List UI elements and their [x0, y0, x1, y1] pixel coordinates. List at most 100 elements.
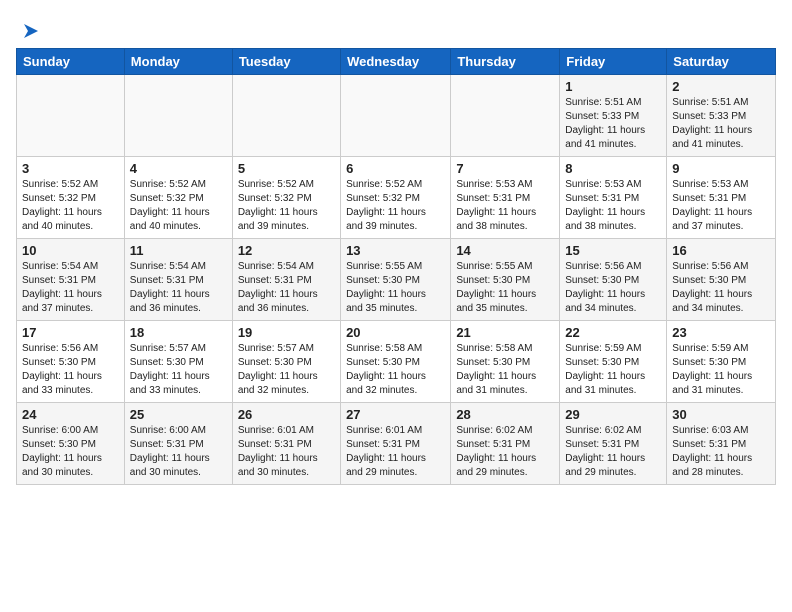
day-info: Sunrise: 5:59 AMSunset: 5:30 PMDaylight:…	[672, 342, 770, 398]
weekday-header-wednesday: Wednesday	[341, 49, 451, 75]
day-number: 9	[672, 161, 770, 176]
calendar-cell: 29 Sunrise: 6:02 AMSunset: 5:31 PMDayligh…	[560, 403, 667, 485]
day-info: Sunrise: 6:01 AMSunset: 5:31 PMDaylight:…	[238, 424, 335, 480]
calendar-table: SundayMondayTuesdayWednesdayThursdayFrid…	[16, 48, 776, 485]
weekday-header-saturday: Saturday	[667, 49, 776, 75]
day-number: 13	[346, 243, 445, 258]
day-number: 19	[238, 325, 335, 340]
day-number: 29	[565, 407, 661, 422]
day-info: Sunrise: 5:54 AMSunset: 5:31 PMDaylight:…	[22, 260, 119, 316]
calendar-cell: 17 Sunrise: 5:56 AMSunset: 5:30 PMDayligh…	[17, 321, 125, 403]
day-number: 25	[130, 407, 227, 422]
day-info: Sunrise: 5:54 AMSunset: 5:31 PMDaylight:…	[130, 260, 227, 316]
day-number: 28	[456, 407, 554, 422]
calendar-cell: 20 Sunrise: 5:58 AMSunset: 5:30 PMDayligh…	[341, 321, 451, 403]
calendar-cell: 22 Sunrise: 5:59 AMSunset: 5:30 PMDayligh…	[560, 321, 667, 403]
calendar-cell: 14 Sunrise: 5:55 AMSunset: 5:30 PMDayligh…	[451, 239, 560, 321]
day-info: Sunrise: 5:54 AMSunset: 5:31 PMDaylight:…	[238, 260, 335, 316]
calendar-cell: 13 Sunrise: 5:55 AMSunset: 5:30 PMDayligh…	[341, 239, 451, 321]
day-info: Sunrise: 5:57 AMSunset: 5:30 PMDaylight:…	[238, 342, 335, 398]
day-info: Sunrise: 6:00 AMSunset: 5:31 PMDaylight:…	[130, 424, 227, 480]
weekday-header-thursday: Thursday	[451, 49, 560, 75]
day-number: 17	[22, 325, 119, 340]
day-info: Sunrise: 5:53 AMSunset: 5:31 PMDaylight:…	[565, 178, 661, 234]
calendar-cell	[451, 75, 560, 157]
day-number: 1	[565, 79, 661, 94]
day-number: 10	[22, 243, 119, 258]
day-info: Sunrise: 5:59 AMSunset: 5:30 PMDaylight:…	[565, 342, 661, 398]
calendar-cell: 24 Sunrise: 6:00 AMSunset: 5:30 PMDayligh…	[17, 403, 125, 485]
day-number: 5	[238, 161, 335, 176]
calendar-cell: 27Sunrise: 6:01 AMSunset: 5:31 PMDayligh…	[341, 403, 451, 485]
day-info: Sunrise: 5:57 AMSunset: 5:30 PMDaylight:…	[130, 342, 227, 398]
day-number: 3	[22, 161, 119, 176]
day-number: 20	[346, 325, 445, 340]
calendar-cell: 3Sunrise: 5:52 AMSunset: 5:32 PMDaylight…	[17, 157, 125, 239]
day-info: Sunrise: 5:53 AMSunset: 5:31 PMDaylight:…	[456, 178, 554, 234]
calendar-cell: 10 Sunrise: 5:54 AMSunset: 5:31 PMDayligh…	[17, 239, 125, 321]
calendar-cell: 7Sunrise: 5:53 AMSunset: 5:31 PMDaylight…	[451, 157, 560, 239]
day-number: 26	[238, 407, 335, 422]
calendar-cell	[232, 75, 340, 157]
day-info: Sunrise: 5:55 AMSunset: 5:30 PMDaylight:…	[456, 260, 554, 316]
calendar-cell: 1 Sunrise: 5:51 AMSunset: 5:33 PMDaylight…	[560, 75, 667, 157]
day-number: 6	[346, 161, 445, 176]
day-info: Sunrise: 5:56 AMSunset: 5:30 PMDaylight:…	[565, 260, 661, 316]
calendar-cell: 30 Sunrise: 6:03 AMSunset: 5:31 PMDayligh…	[667, 403, 776, 485]
day-info: Sunrise: 5:56 AMSunset: 5:30 PMDaylight:…	[672, 260, 770, 316]
day-info: Sunrise: 5:52 AMSunset: 5:32 PMDaylight:…	[238, 178, 335, 234]
day-info: Sunrise: 5:52 AMSunset: 5:32 PMDaylight:…	[130, 178, 227, 234]
day-info: Sunrise: 6:01 AMSunset: 5:31 PMDaylight:…	[346, 424, 445, 480]
day-number: 30	[672, 407, 770, 422]
day-info: Sunrise: 5:58 AMSunset: 5:30 PMDaylight:…	[456, 342, 554, 398]
day-number: 18	[130, 325, 227, 340]
calendar-week-row: 3 Sunrise: 5:52 AMSunset: 5:32 PMDaylight…	[17, 157, 776, 239]
calendar-week-row: 1 Sunrise: 5:51 AMSunset: 5:33 PMDaylight…	[17, 75, 776, 157]
day-number: 4	[130, 161, 227, 176]
calendar-cell: 18 Sunrise: 5:57 AMSunset: 5:30 PMDayligh…	[124, 321, 232, 403]
calendar-week-row: 24 Sunrise: 6:00 AMSunset: 5:30 PMDayligh…	[17, 403, 776, 485]
day-number: 14	[456, 243, 554, 258]
weekday-header-sunday: Sunday	[17, 49, 125, 75]
day-info: Sunrise: 6:02 AMSunset: 5:31 PMDaylight:…	[565, 424, 661, 480]
calendar-cell: 9 Sunrise: 5:53 AMSunset: 5:31 PMDaylight…	[667, 157, 776, 239]
calendar-week-row: 17 Sunrise: 5:56 AMSunset: 5:30 PMDayligh…	[17, 321, 776, 403]
day-number: 21	[456, 325, 554, 340]
calendar-cell	[124, 75, 232, 157]
calendar-cell: 15 Sunrise: 5:56 AMSunset: 5:30 PMDayligh…	[560, 239, 667, 321]
logo-arrow-icon	[20, 20, 42, 42]
day-number: 15	[565, 243, 661, 258]
day-info: Sunrise: 5:58 AMSunset: 5:30 PMDaylight:…	[346, 342, 445, 398]
day-number: 24	[22, 407, 119, 422]
day-info: Sunrise: 5:52 AMSunset: 5:32 PMDaylight:…	[346, 178, 445, 234]
day-info: Sunrise: 5:53 AMSunset: 5:31 PMDaylight:…	[672, 178, 770, 234]
day-info: Sunrise: 5:56 AMSunset: 5:30 PMDaylight:…	[22, 342, 119, 398]
logo-block	[16, 20, 42, 38]
day-number: 22	[565, 325, 661, 340]
calendar-cell: 21 Sunrise: 5:58 AMSunset: 5:30 PMDayligh…	[451, 321, 560, 403]
calendar-cell: 4 Sunrise: 5:52 AMSunset: 5:32 PMDaylight…	[124, 157, 232, 239]
day-info: Sunrise: 6:02 AMSunset: 5:31 PMDaylight:…	[456, 424, 554, 480]
weekday-header-friday: Friday	[560, 49, 667, 75]
calendar-cell: 28 Sunrise: 6:02 AMSunset: 5:31 PMDayligh…	[451, 403, 560, 485]
calendar-cell: 2 Sunrise: 5:51 AMSunset: 5:33 PMDaylight…	[667, 75, 776, 157]
calendar-cell: 12Sunrise: 5:54 AMSunset: 5:31 PMDayligh…	[232, 239, 340, 321]
page-header: General Blue	[16, 16, 776, 38]
calendar-cell: 19 Sunrise: 5:57 AMSunset: 5:30 PMDayligh…	[232, 321, 340, 403]
day-number: 2	[672, 79, 770, 94]
calendar-cell: 5 Sunrise: 5:52 AMSunset: 5:32 PMDaylight…	[232, 157, 340, 239]
day-info: Sunrise: 5:51 AMSunset: 5:33 PMDaylight:…	[565, 96, 661, 152]
day-info: Sunrise: 5:51 AMSunset: 5:33 PMDaylight:…	[672, 96, 770, 152]
weekday-header-tuesday: Tuesday	[232, 49, 340, 75]
day-info: Sunrise: 6:00 AMSunset: 5:30 PMDaylight:…	[22, 424, 119, 480]
calendar-cell	[341, 75, 451, 157]
day-number: 16	[672, 243, 770, 258]
weekday-header-row: SundayMondayTuesdayWednesdayThursdayFrid…	[17, 49, 776, 75]
calendar-cell: 26 Sunrise: 6:01 AMSunset: 5:31 PMDayligh…	[232, 403, 340, 485]
calendar-cell: 11Sunrise: 5:54 AMSunset: 5:31 PMDayligh…	[124, 239, 232, 321]
calendar-cell	[17, 75, 125, 157]
calendar-cell: 25 Sunrise: 6:00 AMSunset: 5:31 PMDayligh…	[124, 403, 232, 485]
day-info: Sunrise: 5:55 AMSunset: 5:30 PMDaylight:…	[346, 260, 445, 316]
day-info: Sunrise: 6:03 AMSunset: 5:31 PMDaylight:…	[672, 424, 770, 480]
calendar-cell: 6 Sunrise: 5:52 AMSunset: 5:32 PMDaylight…	[341, 157, 451, 239]
